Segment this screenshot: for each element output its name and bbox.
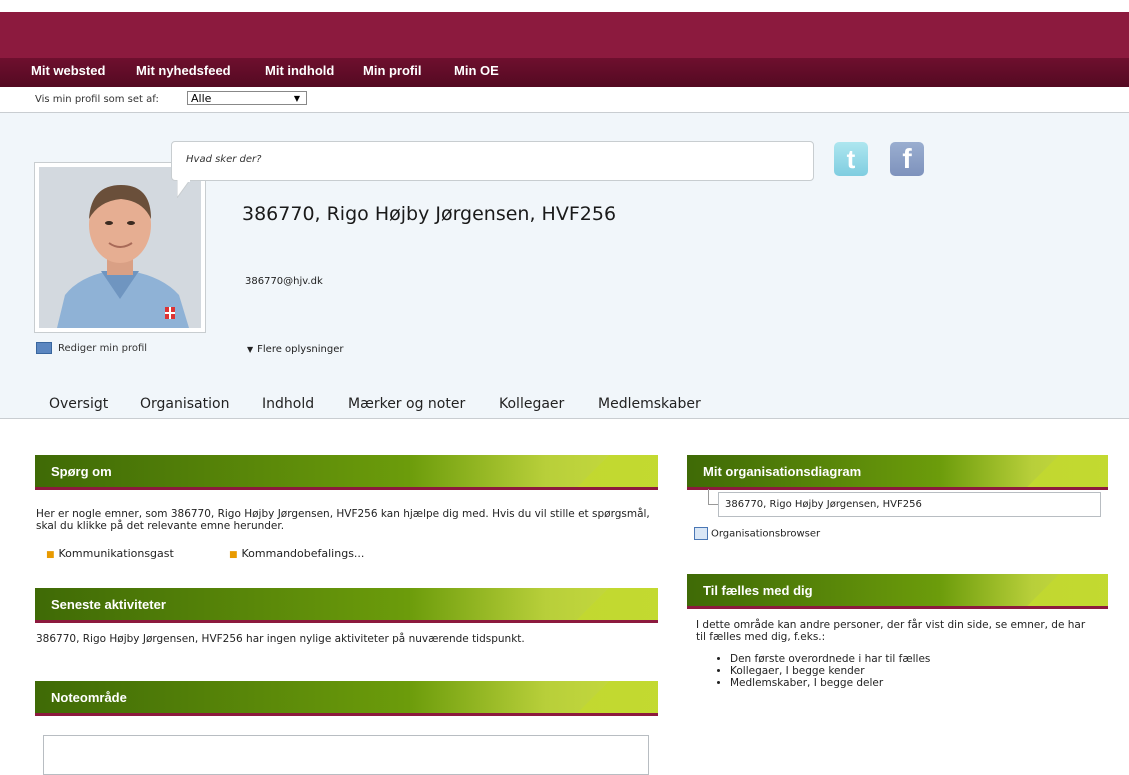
- nav-min-profil[interactable]: Min profil: [363, 63, 422, 78]
- org-chart-header: Mit organisationsdiagram: [687, 455, 1108, 490]
- edit-profile-icon: [36, 342, 52, 354]
- site-header: [0, 12, 1129, 58]
- ask-about-title: Spørg om: [51, 464, 112, 479]
- org-chart-node[interactable]: 386770, Rigo Højby Jørgensen, HVF256: [718, 492, 1101, 517]
- profile-name: 386770, Rigo Højby Jørgensen, HVF256: [220, 202, 640, 226]
- org-chart-title: Mit organisationsdiagram: [703, 464, 862, 479]
- top-navigation: Mit websted Mit nyhedsfeed Mit indhold M…: [0, 58, 1129, 87]
- nav-mit-websted[interactable]: Mit websted: [31, 63, 105, 78]
- recent-activity-title: Seneste aktiviteter: [51, 597, 166, 612]
- view-as-bar: Vis min profil som set af:: [0, 87, 1129, 113]
- twitter-icon[interactable]: t: [834, 142, 868, 176]
- view-as-select[interactable]: Alle ▼: [187, 91, 307, 105]
- in-common-list: Den første overordnede i har til fælles …: [712, 653, 930, 689]
- status-input[interactable]: Hvad sker der?: [171, 141, 814, 181]
- bullet-icon: ■: [46, 550, 55, 560]
- tab-oversigt[interactable]: Oversigt: [49, 396, 108, 412]
- org-connector: [708, 489, 718, 505]
- edit-profile-label: Rediger min profil: [58, 343, 148, 354]
- in-common-title: Til fælles med dig: [703, 583, 813, 598]
- topic-kommunikationsgast[interactable]: ■ Kommunikationsgast: [46, 547, 174, 560]
- list-item: Medlemskaber, I begge deler: [730, 677, 930, 689]
- tab-organisation[interactable]: Organisation: [140, 396, 229, 412]
- speech-bubble-tail-icon: [177, 180, 191, 198]
- tab-medlemskaber[interactable]: Medlemskaber: [598, 396, 701, 412]
- nav-mit-nyhedsfeed[interactable]: Mit nyhedsfeed: [136, 63, 231, 78]
- nav-min-oe[interactable]: Min OE: [454, 63, 499, 78]
- nav-mit-indhold[interactable]: Mit indhold: [265, 63, 334, 78]
- profile-email[interactable]: 386770@hjv.dk: [245, 276, 323, 287]
- view-as-label: Vis min profil som set af:: [35, 94, 159, 105]
- ask-about-description: Her er nogle emner, som 386770, Rigo Høj…: [36, 508, 650, 532]
- note-area-header: Noteområde: [35, 681, 658, 716]
- in-common-description: I dette område kan andre personer, der f…: [696, 619, 1086, 643]
- recent-activity-text: 386770, Rigo Højby Jørgensen, HVF256 har…: [36, 633, 525, 645]
- tab-kollegaer[interactable]: Kollegaer: [499, 396, 564, 412]
- ask-about-header: Spørg om: [35, 455, 658, 490]
- org-browser-label: Organisationsbrowser: [711, 528, 821, 540]
- list-item: Kollegaer, I begge kender: [730, 665, 930, 677]
- chevron-down-icon: ▼: [247, 345, 254, 354]
- note-area-title: Noteområde: [51, 690, 127, 705]
- org-browser-link[interactable]: Organisationsbrowser: [694, 527, 820, 540]
- status-placeholder: Hvad sker der?: [186, 154, 262, 165]
- note-input[interactable]: [43, 735, 649, 775]
- facebook-icon[interactable]: f: [890, 142, 924, 176]
- org-chart-node-label: 386770, Rigo Højby Jørgensen, HVF256: [725, 499, 922, 510]
- view-as-selected: Alle: [191, 92, 212, 105]
- more-info-label: Flere oplysninger: [257, 344, 344, 355]
- dropdown-arrow-icon: ▼: [293, 94, 300, 103]
- recent-activity-header: Seneste aktiviteter: [35, 588, 658, 623]
- list-item: Den første overordnede i har til fælles: [730, 653, 930, 665]
- bullet-icon: ■: [229, 550, 238, 560]
- topic-kommandobefalings[interactable]: ■ Kommandobefalings...: [229, 547, 364, 560]
- org-browser-icon: [694, 527, 708, 540]
- more-info-toggle[interactable]: ▼ Flere oplysninger: [247, 344, 344, 355]
- edit-profile-link[interactable]: Rediger min profil: [36, 342, 147, 354]
- profile-name-text: 386770, Rigo Højby Jørgensen, HVF256: [242, 203, 617, 225]
- tab-maerker-og-noter[interactable]: Mærker og noter: [348, 396, 465, 412]
- tab-indhold[interactable]: Indhold: [262, 396, 314, 412]
- in-common-header: Til fælles med dig: [687, 574, 1108, 609]
